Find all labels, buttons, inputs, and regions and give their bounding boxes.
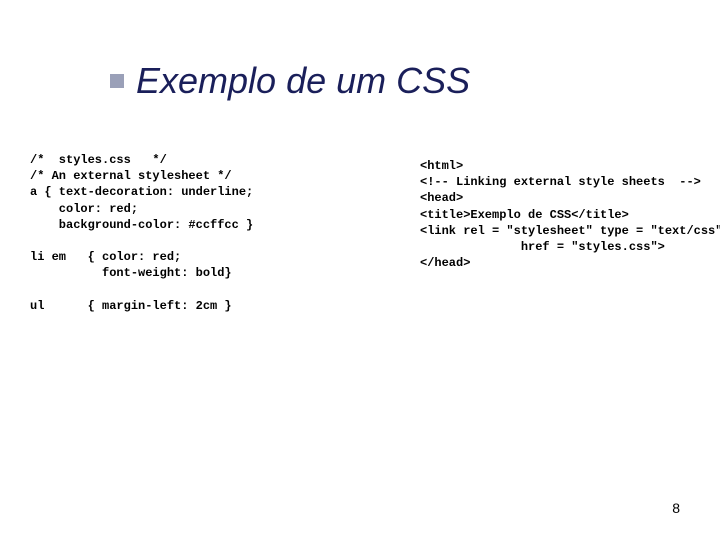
content-columns: /* styles.css */ /* An external styleshe… <box>30 152 670 314</box>
bullet-icon <box>110 74 124 88</box>
title-row: Exemplo de um CSS <box>110 60 670 102</box>
slide-title: Exemplo de um CSS <box>136 60 470 102</box>
page-number: 8 <box>672 500 680 516</box>
css-code-block: /* styles.css */ /* An external styleshe… <box>30 152 380 314</box>
html-code-block: <html> <!-- Linking external style sheet… <box>420 152 720 314</box>
slide: Exemplo de um CSS /* styles.css */ /* An… <box>0 0 720 540</box>
